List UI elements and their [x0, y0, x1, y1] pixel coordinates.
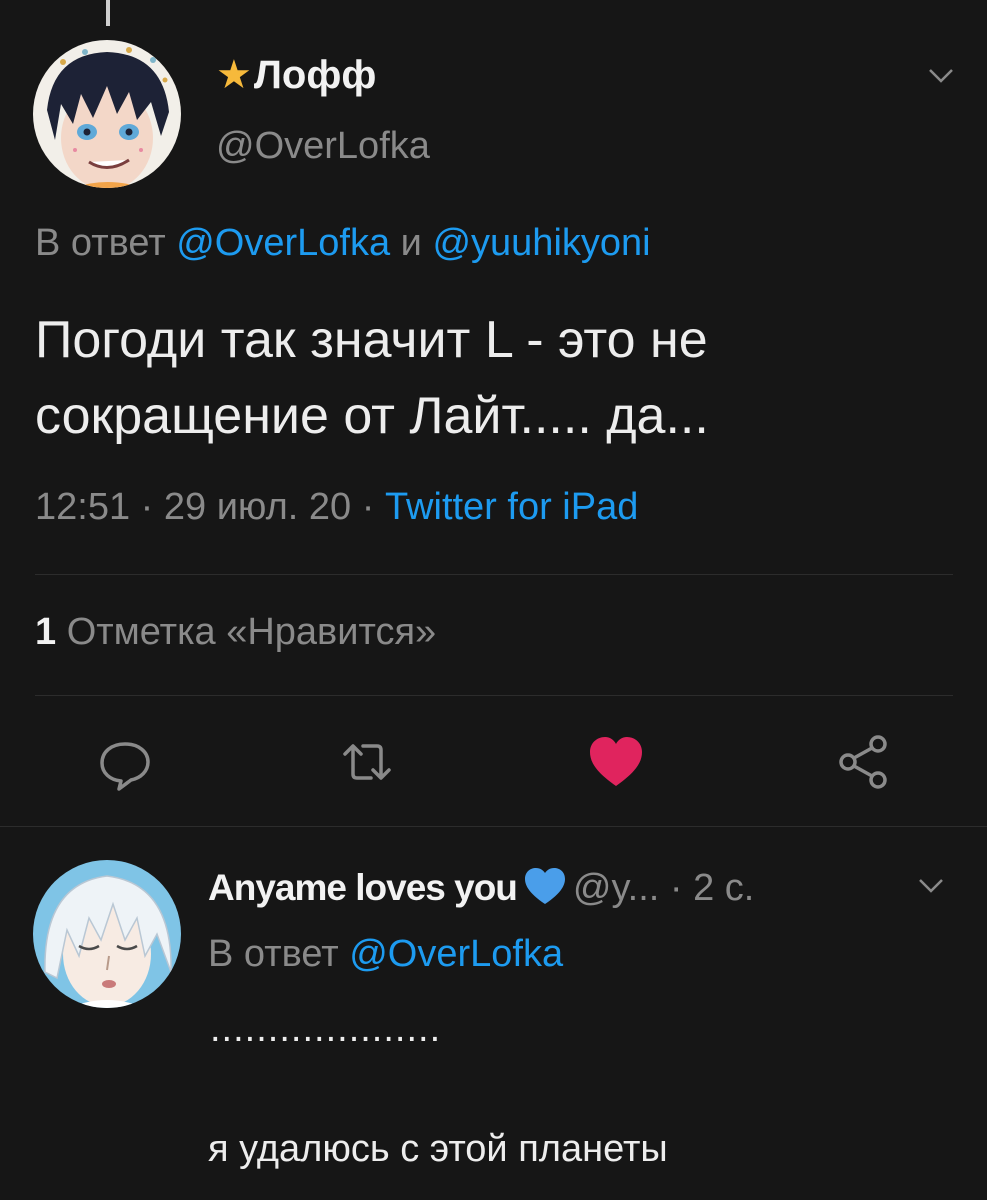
like-label: Отметка «Нравится»: [66, 611, 437, 653]
reply-text-dots: ....................: [210, 1008, 442, 1050]
tweet-time[interactable]: 12:51: [35, 486, 130, 528]
retweet-icon[interactable]: [337, 732, 397, 792]
handle[interactable]: @y...: [573, 867, 659, 909]
chevron-down-icon[interactable]: [918, 878, 944, 894]
handle[interactable]: @OverLofka: [216, 125, 430, 168]
time-ago[interactable]: · 2 с.: [670, 867, 754, 909]
display-name[interactable]: Anyame loves you: [208, 867, 518, 908]
like-count: 1: [35, 611, 57, 653]
tweet-source[interactable]: Twitter for iPad: [385, 486, 638, 528]
share-icon[interactable]: [832, 732, 892, 792]
display-name-text: Лофф: [253, 53, 377, 97]
divider: [35, 574, 953, 575]
reply-context: В ответ @OverLofka: [208, 933, 563, 976]
reply-prefix: В ответ: [208, 933, 339, 975]
reply-prefix: В ответ: [35, 222, 166, 264]
meta-separator: ·: [140, 486, 154, 528]
tweet-date[interactable]: 29 июл. 20: [164, 486, 351, 528]
reply-conjunction: и: [400, 222, 422, 264]
avatar-image: [33, 860, 181, 1008]
blue-heart-icon: [524, 868, 565, 904]
reply-header: Anyame loves you @y... · 2 с.: [208, 866, 968, 910]
meta-separator: ·: [361, 486, 375, 528]
comment-icon[interactable]: [95, 732, 155, 792]
mention-link[interactable]: @yuuhikyoni: [432, 222, 650, 264]
scroll-indicator: [106, 0, 110, 26]
reply-text: я удалюсь с этой планеты: [208, 1128, 668, 1170]
tweet-meta: 12:51 · 29 июл. 20 · Twitter for iPad: [35, 486, 638, 529]
star-icon: ★: [216, 53, 252, 97]
mention-link[interactable]: @OverLofka: [349, 933, 563, 975]
mention-link[interactable]: @OverLofka: [176, 222, 390, 264]
heart-icon[interactable]: [586, 732, 646, 792]
display-name[interactable]: ★Лофф: [216, 52, 376, 98]
avatar-image: [33, 40, 181, 188]
reply-context: В ответ @OverLofka и @yuuhikyoni: [35, 222, 651, 265]
tweet-text: Погоди так значит L - это не сокращение …: [35, 302, 975, 454]
tweet-text-line: Погоди так значит L - это не: [35, 311, 708, 369]
chevron-down-icon[interactable]: [928, 68, 954, 84]
avatar[interactable]: [33, 40, 181, 188]
tweet-text-line: сокращение от Лайт..... да...: [35, 387, 709, 445]
likes-summary[interactable]: 1 Отметка «Нравится»: [35, 611, 436, 654]
divider: [0, 826, 987, 827]
divider: [35, 695, 953, 696]
avatar[interactable]: [33, 860, 181, 1008]
